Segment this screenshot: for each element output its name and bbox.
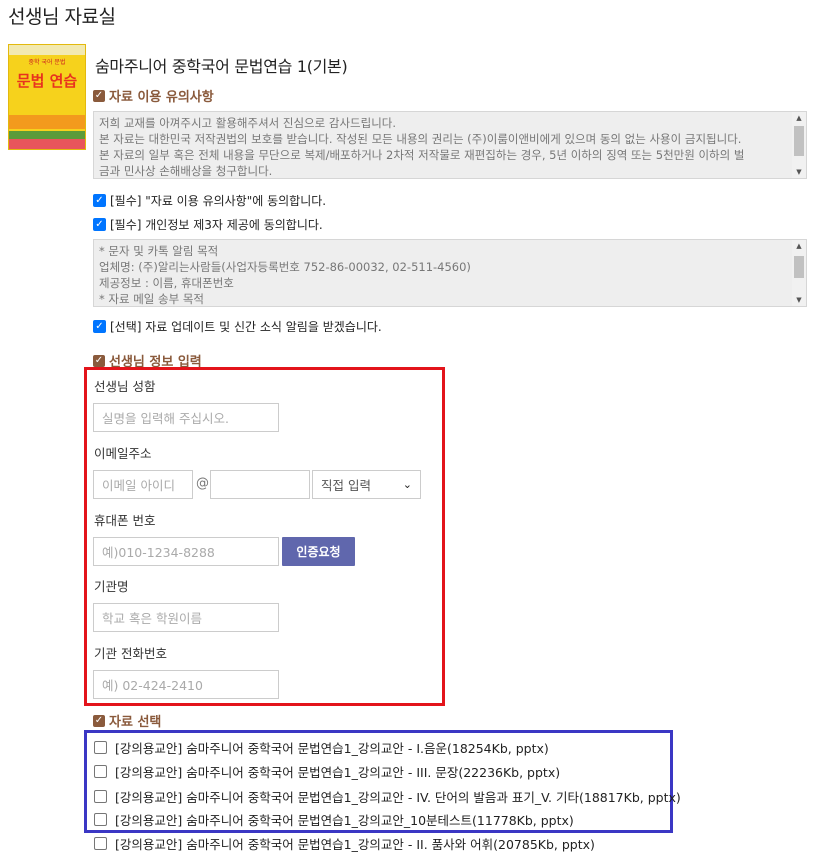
verify-request-button[interactable]: 인증요청 [282,537,355,566]
email-domain-input[interactable] [210,470,310,499]
material-label[interactable]: [강의용교안] 숨마주니어 중학국어 문법연습1_강의교안 - I.음운(182… [115,738,549,757]
privacy-textarea[interactable]: * 문자 및 카톡 알림 목적 업체명: (주)알리는사람들(사업자등록번호 7… [93,239,807,307]
org-phone-label: 기관 전화번호 [94,646,167,661]
material-checkbox[interactable] [94,765,107,778]
agree-notice-checkbox-row[interactable]: ✓ [필수] "자료 이용 유의사항"에 동의합니다. [93,192,326,209]
org-label: 기관명 [94,579,129,594]
email-label: 이메일주소 [94,446,152,461]
email-domain-select[interactable]: 직접 입력 ⌄ [312,470,421,499]
notice-textarea[interactable]: 저희 교재를 아껴주시고 활용해주셔서 진심으로 감사드립니다. 본 자료는 대… [93,111,807,179]
material-label[interactable]: [강의용교안] 숨마주니어 중학국어 문법연습1_강의교안 - III. 문장(… [115,762,560,781]
notice-header-label: 자료 이용 유의사항 [109,90,214,105]
material-label[interactable]: [강의용교안] 숨마주니어 중학국어 문법연습1_강의교안 - II. 품사와 … [115,834,595,853]
agree-notice-label[interactable]: [필수] "자료 이용 유의사항"에 동의합니다. [110,192,326,209]
scroll-up-icon[interactable]: ▲ [792,112,806,124]
org-phone-input[interactable]: 예) 02-424-2410 [93,670,279,699]
material-item[interactable]: [강의용교안] 숨마주니어 중학국어 문법연습1_강의교안 - II. 품사와 … [94,834,595,853]
page-title: 선생님 자료실 [8,6,116,28]
phone-input[interactable]: 예)010-1234-8288 [93,537,279,566]
scroll-down-icon[interactable]: ▼ [792,294,806,306]
material-checkbox[interactable] [94,741,107,754]
book-title: 숨마주니어 중학국어 문법연습 1(기본) [95,57,348,76]
material-item[interactable]: [강의용교안] 숨마주니어 중학국어 문법연습1_강의교안 - IV. 단어의 … [94,787,681,806]
scroll-up-icon[interactable]: ▲ [792,240,806,252]
agree-privacy-label[interactable]: [필수] 개인정보 제3자 제공에 동의합니다. [110,216,323,233]
agree-notice-checkbox[interactable]: ✓ [93,194,106,207]
agree-privacy-checkbox-row[interactable]: ✓ [필수] 개인정보 제3자 제공에 동의합니다. [93,216,323,233]
notice-line: 저희 교재를 아껴주시고 활용해주셔서 진심으로 감사드립니다. [99,116,397,130]
cover-top-text: 중학 국어 문법 [28,59,66,66]
privacy-line: * 문자 및 카톡 알림 목적 [99,244,219,258]
notice-line: 본 자료의 일부 혹은 전체 내용을 무단으로 복제/배포하거나 2차적 저작물… [99,148,745,162]
check-icon: ✓ [93,89,105,102]
material-item[interactable]: [강의용교안] 숨마주니어 중학국어 문법연습1_강의교안_10분테스트(117… [94,810,574,829]
at-sign: @ [196,476,209,491]
material-checkbox[interactable] [94,790,107,803]
material-checkbox[interactable] [94,813,107,826]
privacy-scrollbar[interactable]: ▲ ▼ [792,240,806,306]
email-domain-select-value: 직접 입력 [321,478,371,493]
agree-privacy-checkbox[interactable]: ✓ [93,218,106,231]
agree-updates-label[interactable]: [선택] 자료 업데이트 및 신간 소식 알림을 받겠습니다. [110,318,382,335]
check-icon: ✓ [93,714,105,727]
materials-header-label: 자료 선택 [109,715,162,730]
notice-line: 금과 민사상 손해배상을 청구합니다. [99,164,273,178]
book-cover-image: 중학 국어 문법 문법 연습 [8,44,86,150]
material-item[interactable]: [강의용교안] 숨마주니어 중학국어 문법연습1_강의교안 - III. 문장(… [94,762,560,781]
material-item[interactable]: [강의용교안] 숨마주니어 중학국어 문법연습1_강의교안 - I.음운(182… [94,738,549,757]
check-icon: ✓ [93,354,105,367]
privacy-line: * 자료 메일 송부 목적 [99,292,205,306]
notice-header: ✓ 자료 이용 유의사항 [93,86,214,105]
org-input[interactable]: 학교 혹은 학원이름 [93,603,279,632]
name-input[interactable]: 실명을 입력해 주십시오. [93,403,279,432]
privacy-line: 제공정보 : 이름, 휴대폰번호 [99,276,234,290]
name-label: 선생님 성함 [94,379,156,394]
materials-header: ✓ 자료 선택 [93,711,161,730]
phone-label: 휴대폰 번호 [94,513,156,528]
agree-updates-checkbox[interactable]: ✓ [93,320,106,333]
material-label[interactable]: [강의용교안] 숨마주니어 중학국어 문법연습1_강의교안 - IV. 단어의 … [115,787,681,806]
privacy-line: 업체명: (주)알리는사람들(사업자등록번호 752-86-00032, 02-… [99,260,471,274]
email-id-input[interactable]: 이메일 아이디 [93,470,193,499]
material-label[interactable]: [강의용교안] 숨마주니어 중학국어 문법연습1_강의교안_10분테스트(117… [115,810,574,829]
scroll-down-icon[interactable]: ▼ [792,166,806,178]
notice-scrollbar[interactable]: ▲ ▼ [792,112,806,178]
agree-updates-checkbox-row[interactable]: ✓ [선택] 자료 업데이트 및 신간 소식 알림을 받겠습니다. [93,318,382,335]
cover-main-text: 문법 연습 [16,72,78,90]
scroll-thumb[interactable] [794,256,804,278]
chevron-down-icon: ⌄ [402,478,412,491]
notice-line: 본 자료는 대한민국 저작권법의 보호를 받습니다. 작성된 모든 내용의 권리… [99,132,742,146]
scroll-thumb[interactable] [794,126,804,156]
